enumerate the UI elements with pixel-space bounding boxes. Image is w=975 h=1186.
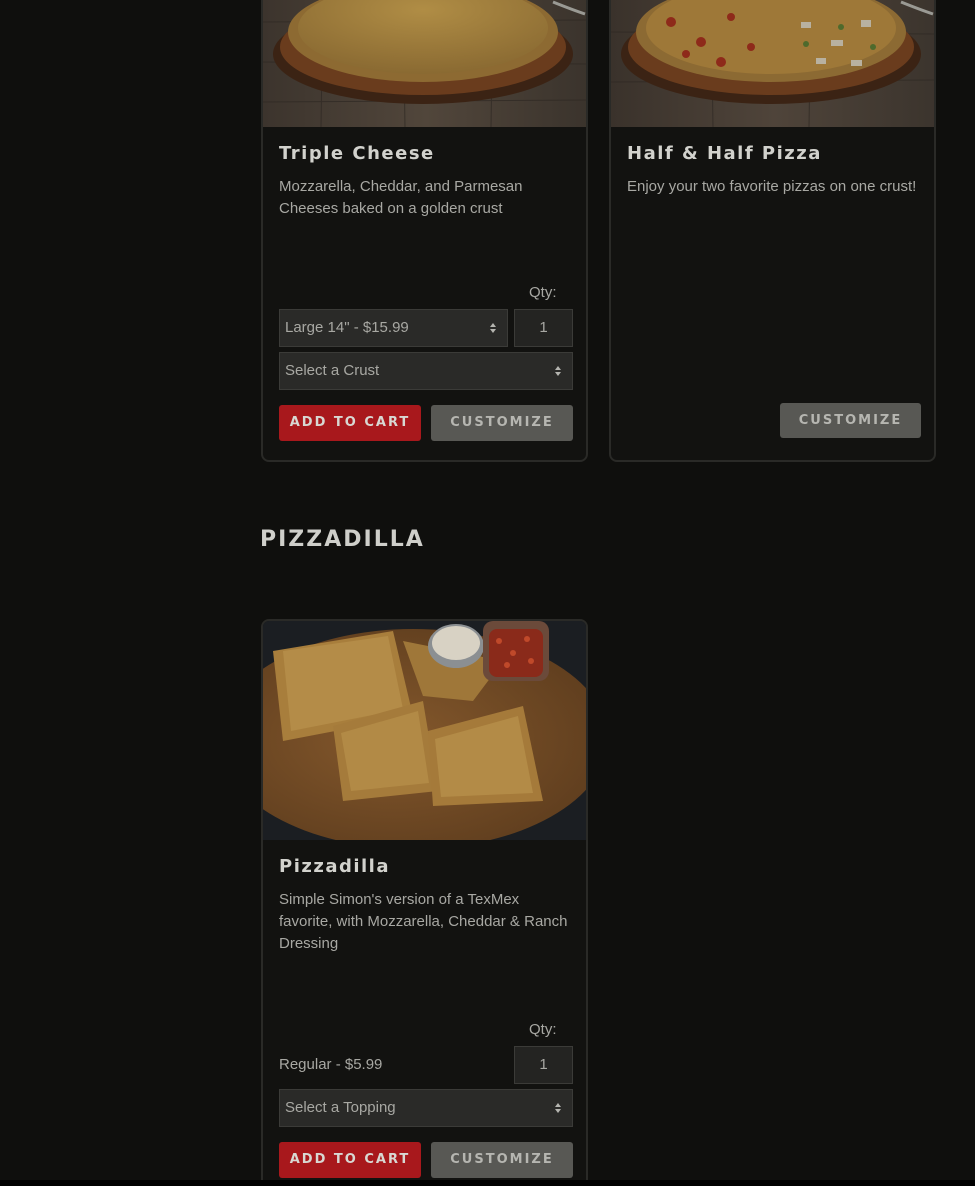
product-description: Enjoy your two favorite pizzas on one cr… bbox=[627, 178, 917, 195]
product-card-half-and-half: Half & Half Pizza Enjoy your two favorit… bbox=[609, 0, 936, 462]
crust-select-value: Select a Crust bbox=[285, 362, 380, 379]
select-updown-arrows-icon bbox=[490, 323, 496, 333]
product-card-triple-cheese: Triple Cheese Mozzarella, Cheddar, and P… bbox=[261, 0, 588, 462]
menu-page: Triple Cheese Mozzarella, Cheddar, and P… bbox=[0, 0, 975, 1186]
product-description: Mozzarella, Cheddar, and Parmesan Cheese… bbox=[279, 178, 523, 217]
size-select-value: Large 14" - $15.99 bbox=[285, 319, 409, 336]
product-card-pizzadilla: Pizzadilla Simple Simon's version of a T… bbox=[261, 619, 588, 1186]
pizzadilla-image bbox=[263, 621, 586, 840]
qty-label: Qty: bbox=[529, 284, 557, 301]
topping-select-value: Select a Topping bbox=[285, 1099, 396, 1116]
product-title: Pizzadilla bbox=[279, 856, 391, 877]
size-select[interactable]: Large 14" - $15.99 bbox=[279, 309, 508, 347]
bottom-edge-bar bbox=[0, 1180, 975, 1186]
customize-button[interactable]: CUSTOMIZE bbox=[431, 405, 573, 441]
triple-cheese-image bbox=[263, 0, 586, 127]
qty-label: Qty: bbox=[529, 1021, 557, 1038]
qty-input[interactable]: 1 bbox=[514, 1046, 573, 1084]
add-to-cart-button[interactable]: ADD TO CART bbox=[279, 405, 421, 441]
price-label: Regular - $5.99 bbox=[279, 1056, 383, 1073]
qty-input[interactable]: 1 bbox=[514, 309, 573, 347]
select-updown-arrows-icon bbox=[555, 1103, 561, 1113]
add-to-cart-button[interactable]: ADD TO CART bbox=[279, 1142, 421, 1178]
product-description: Simple Simon's version of a TexMex favor… bbox=[279, 891, 568, 952]
customize-button[interactable]: CUSTOMIZE bbox=[780, 403, 921, 438]
half-and-half-image bbox=[611, 0, 934, 127]
product-title: Triple Cheese bbox=[279, 143, 435, 164]
customize-button[interactable]: CUSTOMIZE bbox=[431, 1142, 573, 1178]
product-title: Half & Half Pizza bbox=[627, 143, 822, 164]
crust-select[interactable]: Select a Crust bbox=[279, 352, 573, 390]
section-heading-pizzadilla: PIZZADILLA bbox=[260, 527, 425, 552]
topping-select[interactable]: Select a Topping bbox=[279, 1089, 573, 1127]
select-updown-arrows-icon bbox=[555, 366, 561, 376]
